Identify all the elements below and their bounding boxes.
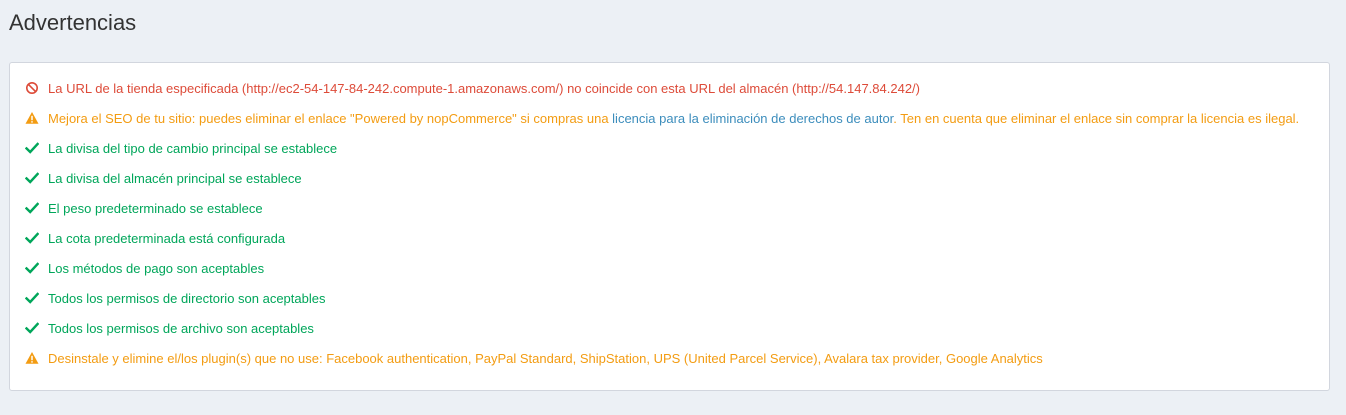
warning-item-directory-permissions: Todos los permisos de directorio son ace… [10, 283, 1329, 313]
page-title: Advertencias [9, 10, 137, 35]
checkmark-icon [25, 141, 39, 155]
warning-text: Todos los permisos de directorio son ace… [48, 290, 326, 306]
checkmark-icon [25, 171, 39, 185]
warning-text: Desinstale y elimine el/los plugin(s) qu… [48, 350, 1043, 366]
warning-item-default-weight: El peso predeterminado se establece [10, 193, 1329, 223]
copyright-removal-license-link[interactable]: licencia para la eliminación de derechos… [612, 111, 893, 126]
warning-item-seo-copyright: Mejora el SEO de tu sitio: puedes elimin… [10, 103, 1329, 133]
warnings-list: La URL de la tienda especificada (http:/… [10, 63, 1329, 373]
warning-text: Todos los permisos de archivo son acepta… [48, 320, 314, 336]
warning-text: Mejora el SEO de tu sitio: puedes elimin… [48, 111, 1299, 126]
warning-item-store-currency: La divisa del almacén principal se estab… [10, 163, 1329, 193]
warning-item-exchange-currency: La divisa del tipo de cambio principal s… [10, 133, 1329, 163]
warning-text: La cota predeterminada está configurada [48, 230, 286, 246]
warning-text: El peso predeterminado se establece [48, 200, 263, 216]
warning-text: La divisa del tipo de cambio principal s… [48, 140, 338, 156]
warning-triangle-icon [25, 351, 39, 365]
checkmark-icon [25, 291, 39, 305]
warning-text: La divisa del almacén principal se estab… [48, 170, 302, 186]
warning-item-default-dimension: La cota predeterminada está configurada [10, 223, 1329, 253]
checkmark-icon [25, 321, 39, 335]
warning-item-file-permissions: Todos los permisos de archivo son acepta… [10, 313, 1329, 343]
checkmark-icon [25, 201, 39, 215]
warning-item-payment-methods: Los métodos de pago son aceptables [10, 253, 1329, 283]
warning-triangle-icon [25, 111, 39, 125]
warning-text-before: Mejora el SEO de tu sitio: puedes elimin… [48, 110, 613, 126]
warning-item-unused-plugins: Desinstale y elimine el/los plugin(s) qu… [10, 343, 1329, 373]
warning-text: La URL de la tienda especificada (http:/… [48, 80, 920, 96]
ban-icon [25, 81, 39, 95]
warning-text: Los métodos de pago son aceptables [48, 260, 265, 276]
checkmark-icon [25, 231, 39, 245]
warnings-panel: La URL de la tienda especificada (http:/… [9, 62, 1330, 391]
warning-text-after: . Ten en cuenta que eliminar el enlace s… [893, 110, 1300, 126]
checkmark-icon [25, 261, 39, 275]
warning-item-store-url: La URL de la tienda especificada (http:/… [10, 73, 1329, 103]
